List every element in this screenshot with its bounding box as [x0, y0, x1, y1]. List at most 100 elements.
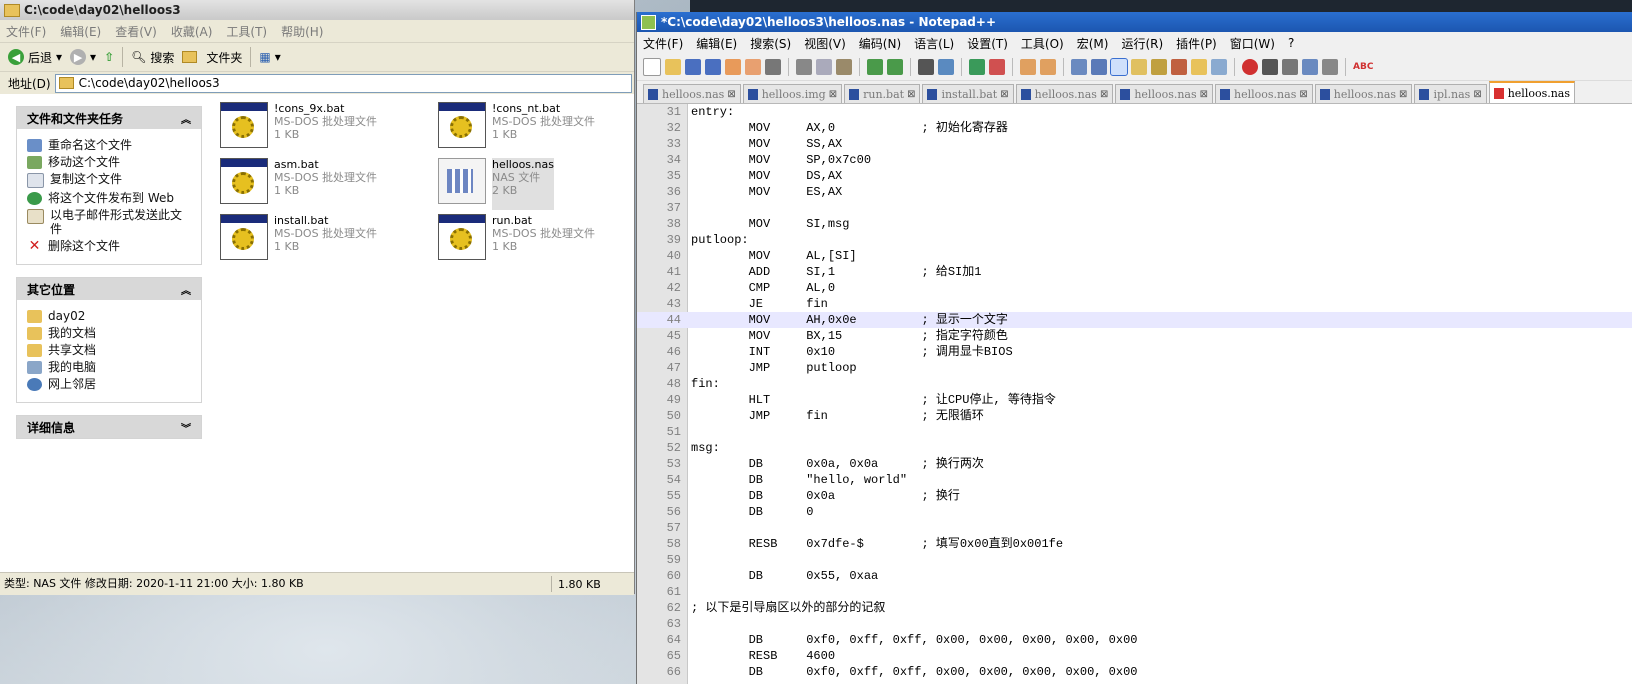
npp-menu-settings[interactable]: 设置(T) — [967, 35, 1008, 52]
task-delete[interactable]: ✕ 删除这个文件 — [27, 239, 191, 253]
menu-file[interactable]: 文件(F) — [6, 23, 46, 40]
code-line[interactable]: 42 CMP AL,0 — [637, 280, 1632, 296]
play-macro-icon[interactable] — [1282, 59, 1298, 75]
code-line[interactable]: 60 DB 0x55, 0xaa — [637, 568, 1632, 584]
tab-close-icon[interactable]: ⊠ — [1473, 89, 1481, 100]
forward-button[interactable]: ▶ ▾ — [70, 49, 96, 65]
task-group-header[interactable]: 其它位置 ︽ — [17, 278, 201, 300]
folders-button[interactable]: 文件夹 — [182, 49, 242, 66]
user-language-icon[interactable] — [1131, 59, 1147, 75]
code-line[interactable]: 32 MOV AX,0 ; 初始化寄存器 — [637, 120, 1632, 136]
npp-menu-encoding[interactable]: 编码(N) — [859, 35, 901, 52]
code-line[interactable]: 54 DB "hello, world" — [637, 472, 1632, 488]
task-move[interactable]: 移动这个文件 — [27, 155, 191, 169]
address-input[interactable]: C:\code\day02\helloos3 — [54, 73, 632, 93]
npp-menu-view[interactable]: 视图(V) — [804, 35, 846, 52]
task-rename[interactable]: 重命名这个文件 — [27, 138, 191, 152]
task-copy[interactable]: 复制这个文件 — [27, 172, 191, 188]
place-my-computer[interactable]: 我的电脑 — [27, 360, 191, 374]
menu-view[interactable]: 查看(V) — [115, 23, 157, 40]
code-line[interactable]: 40 MOV AL,[SI] — [637, 248, 1632, 264]
code-line[interactable]: 41 ADD SI,1 ; 给SI加1 — [637, 264, 1632, 280]
code-line[interactable]: 59 — [637, 552, 1632, 568]
npp-menu-window[interactable]: 窗口(W) — [1230, 35, 1275, 52]
code-line[interactable]: 31 entry: — [637, 104, 1632, 120]
tab-file[interactable]: helloos.img ⊠ — [742, 84, 843, 103]
views-button[interactable]: ▦ ▾ — [259, 50, 280, 64]
place-my-documents[interactable]: 我的文档 — [27, 326, 191, 340]
code-line[interactable]: 33 MOV SS,AX — [637, 136, 1632, 152]
code-line[interactable]: 61 — [637, 584, 1632, 600]
tab-file[interactable]: run.bat ⊠ — [844, 84, 921, 103]
place-network[interactable]: 网上邻居 — [27, 377, 191, 391]
code-line[interactable]: 45 MOV BX,15 ; 指定字符颜色 — [637, 328, 1632, 344]
code-line[interactable]: 53 DB 0x0a, 0x0a ; 换行两次 — [637, 456, 1632, 472]
collapse-icon[interactable]: ︽ — [181, 111, 191, 126]
stop-macro-icon[interactable] — [1262, 59, 1278, 75]
file-item[interactable]: !cons_nt.bat MS-DOS 批处理文件 1 KB — [438, 102, 648, 154]
tab-file[interactable]: helloos.nas ⊠ — [1015, 84, 1114, 103]
paste-icon[interactable] — [836, 59, 852, 75]
npp-menu-help[interactable]: ? — [1288, 36, 1294, 50]
expand-icon[interactable]: ︾ — [181, 420, 191, 435]
record-macro-icon[interactable] — [1242, 59, 1258, 75]
undo-icon[interactable] — [867, 59, 883, 75]
find-icon[interactable] — [918, 59, 934, 75]
code-line[interactable]: 57 — [637, 520, 1632, 536]
code-line[interactable]: 58 RESB 0x7dfe-$ ; 填写0x00直到0x001fe — [637, 536, 1632, 552]
menu-help[interactable]: 帮助(H) — [281, 23, 323, 40]
code-line[interactable]: 50 JMP fin ; 无限循环 — [637, 408, 1632, 424]
cut-icon[interactable] — [796, 59, 812, 75]
file-item-selected[interactable]: helloos.nas NAS 文件 2 KB — [438, 158, 648, 210]
collapse-icon[interactable]: ︽ — [181, 282, 191, 297]
code-line[interactable]: 44 MOV AH,0x0e ; 显示一个文字 — [637, 312, 1632, 328]
tab-file-active[interactable]: helloos.nas — [1488, 81, 1576, 103]
npp-menu-tools[interactable]: 工具(O) — [1021, 35, 1064, 52]
menu-favorites[interactable]: 收藏(A) — [171, 23, 213, 40]
code-line[interactable]: 34 MOV SP,0x7c00 — [637, 152, 1632, 168]
code-line[interactable]: 62 ; 以下是引导扇区以外的部分的记叙 — [637, 600, 1632, 616]
file-item[interactable]: install.bat MS-DOS 批处理文件 1 KB — [220, 214, 430, 266]
back-button[interactable]: ◀ 后退 ▾ — [8, 49, 62, 66]
task-email[interactable]: 以电子邮件形式发送此文件 — [27, 208, 191, 236]
tab-file[interactable]: helloos.nas ⊠ — [1314, 84, 1413, 103]
zoom-in-icon[interactable] — [969, 59, 985, 75]
sync-vertical-icon[interactable] — [1020, 59, 1036, 75]
redo-icon[interactable] — [887, 59, 903, 75]
show-all-chars-icon[interactable] — [1091, 59, 1107, 75]
print-icon[interactable] — [765, 59, 781, 75]
code-line[interactable]: 66 DB 0xf0, 0xff, 0xff, 0x00, 0x00, 0x00… — [637, 664, 1632, 680]
monitoring-icon[interactable] — [1211, 59, 1227, 75]
task-group-header[interactable]: 文件和文件夹任务 ︽ — [17, 107, 201, 129]
tab-file[interactable]: helloos.nas ⊠ — [643, 84, 741, 103]
file-item[interactable]: !cons_9x.bat MS-DOS 批处理文件 1 KB — [220, 102, 430, 154]
sync-horizontal-icon[interactable] — [1040, 59, 1056, 75]
save-icon[interactable] — [685, 59, 701, 75]
zoom-out-icon[interactable] — [989, 59, 1005, 75]
tab-file[interactable]: ipl.nas ⊠ — [1414, 84, 1487, 103]
npp-titlebar[interactable]: *C:\code\day02\helloos3\helloos.nas - No… — [637, 12, 1632, 32]
menu-tools[interactable]: 工具(T) — [226, 23, 267, 40]
file-item[interactable]: run.bat MS-DOS 批处理文件 1 KB — [438, 214, 648, 266]
task-publish-web[interactable]: 将这个文件发布到 Web — [27, 191, 191, 205]
tab-close-icon[interactable]: ⊠ — [1399, 89, 1407, 100]
folder-workspace-icon[interactable] — [1191, 59, 1207, 75]
code-line[interactable]: 63 — [637, 616, 1632, 632]
document-map-icon[interactable] — [1151, 59, 1167, 75]
code-line[interactable]: 48 fin: — [637, 376, 1632, 392]
code-line[interactable]: 64 DB 0xf0, 0xff, 0xff, 0x00, 0x00, 0x00… — [637, 632, 1632, 648]
tab-close-icon[interactable]: ⊠ — [1299, 89, 1307, 100]
back-dropdown-icon[interactable]: ▾ — [56, 50, 62, 64]
save-all-icon[interactable] — [705, 59, 721, 75]
new-file-icon[interactable] — [643, 58, 661, 76]
tab-file[interactable]: helloos.nas ⊠ — [1215, 84, 1313, 103]
tab-file[interactable]: helloos.nas ⊠ — [1115, 84, 1214, 103]
npp-menu-macro[interactable]: 宏(M) — [1077, 35, 1109, 52]
file-item[interactable]: asm.bat MS-DOS 批处理文件 1 KB — [220, 158, 430, 210]
code-line[interactable]: 38 MOV SI,msg — [637, 216, 1632, 232]
npp-menu-run[interactable]: 运行(R) — [1121, 35, 1163, 52]
save-macro-icon[interactable] — [1322, 59, 1338, 75]
close-icon[interactable] — [725, 59, 741, 75]
tab-close-icon[interactable]: ⊠ — [1100, 89, 1108, 100]
spellcheck-icon[interactable]: ABC — [1353, 59, 1373, 75]
